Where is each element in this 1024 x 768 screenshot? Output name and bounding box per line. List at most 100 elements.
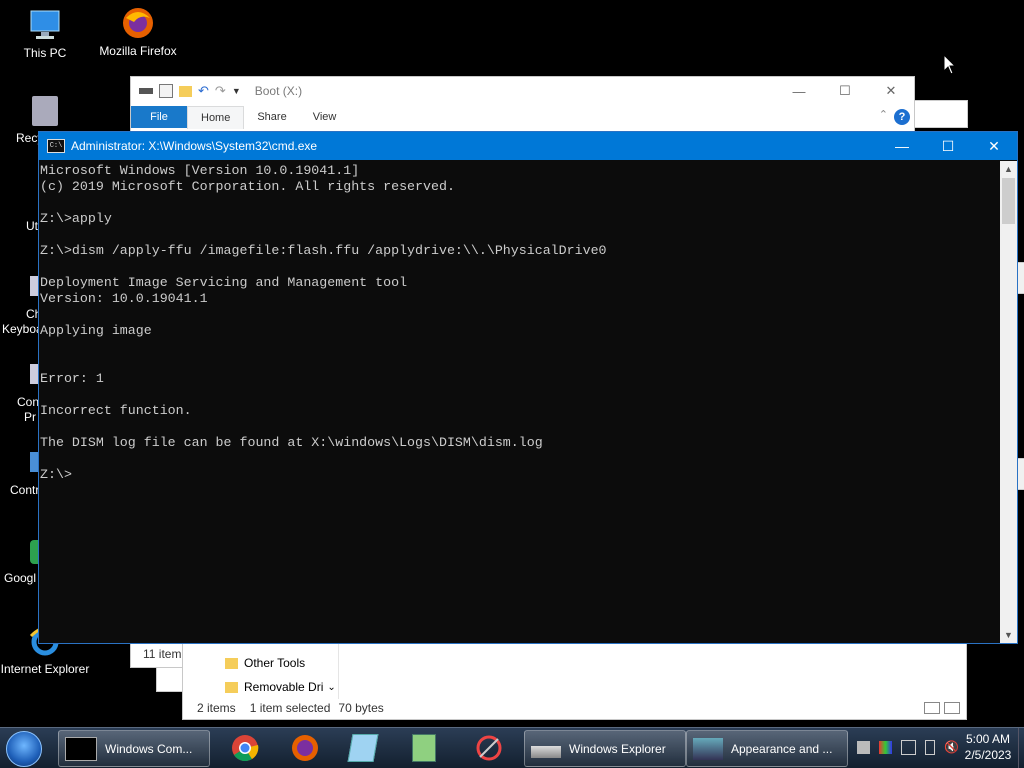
explorer-statusbar: 2 items 1 item selected 70 bytes [197,701,384,715]
clock[interactable]: 5:00 AM 2/5/2023 [958,731,1018,763]
chrome-icon [232,734,259,761]
scissors-icon [476,735,502,760]
help-icon[interactable]: ? [894,109,910,125]
new-folder-icon[interactable] [179,85,192,97]
taskbar-chrome[interactable] [230,730,266,765]
undo-icon[interactable]: ↶ [198,83,209,99]
show-desktop-button[interactable] [1018,728,1024,768]
taskbar-button-appearance[interactable]: Appearance and ... [686,730,848,767]
taskbar-editor[interactable] [412,730,448,765]
console-line: Applying image [40,323,152,338]
keyboard-icon[interactable] [30,276,38,296]
console-line: The DISM log file can be found at X:\win… [40,435,543,450]
taskbar-notepad[interactable] [347,730,386,765]
desktop-label-google: Googl [4,571,37,585]
tab-share[interactable]: Share [244,106,299,128]
quick-access-toolbar: ↶ ↷ ▼ [139,83,241,99]
large-icons-view-icon[interactable] [944,702,960,714]
network-icon[interactable] [857,740,870,754]
display-icon[interactable] [879,740,892,754]
desktop-icon-this-pc[interactable]: This PC [0,8,90,60]
desktop-label-keyboard: Keyboa [2,322,43,336]
console-scrollbar[interactable]: ▲ ▼ [1000,161,1017,643]
nav-item-removable-drive[interactable]: Removable Dri ⌄ [225,680,336,694]
desktop-icon-label: Mozilla Firefox [99,44,177,58]
redo-icon[interactable]: ↷ [215,83,226,99]
taskbar: Windows Com... Windows Explorer Appearan… [0,727,1024,768]
firefox-icon [120,6,156,40]
recycle-bin-icon[interactable] [32,96,58,126]
explorer-window-controls: — ☐ ✕ [776,77,914,105]
desktop-icon-label: This PC [23,46,67,60]
cmd-icon [65,736,97,761]
chrome-icon[interactable] [30,540,38,564]
desktop-label-contr: Contr [10,483,40,497]
chevron-down-icon[interactable]: ⌄ [327,682,335,693]
console-line: Incorrect function. [40,403,192,418]
minimize-button[interactable]: — [879,132,925,160]
console-line: Z:\> [40,467,72,482]
tab-file[interactable]: File [131,106,187,128]
usb-icon[interactable] [925,739,935,755]
maximize-button[interactable]: ☐ [925,132,971,160]
cmd-icon: C:\ [47,139,65,153]
nav-item-other-tools[interactable]: Other Tools [225,656,305,670]
console-line: Deployment Image Servicing and Managemen… [40,275,408,290]
firefox-icon [292,734,318,761]
scroll-down-icon[interactable]: ▼ [1000,627,1017,643]
drive-icon [139,88,153,94]
console-line: Error: 1 [40,371,104,386]
console-line: Microsoft Windows [Version 10.0.19041.1] [40,163,360,178]
nav-item-label: Removable Dri [244,680,324,694]
explorer-title: Boot (X:) [254,84,303,98]
computer-icon [27,8,63,42]
status-count: 2 items [197,701,236,715]
console-line: Z:\>apply [40,211,112,226]
tab-view[interactable]: View [300,106,350,128]
control-panel-icon [693,737,723,760]
scroll-thumb[interactable] [1002,178,1015,224]
action-center-icon[interactable] [901,739,916,755]
details-view-icon[interactable] [924,702,940,714]
properties-icon[interactable] [159,84,173,98]
cmd-titlebar[interactable]: C:\ Administrator: X:\Windows\System32\c… [39,132,1017,160]
taskbar-button-explorer[interactable]: Windows Explorer [524,730,686,767]
explorer-window-second: Other Tools Removable Dri ⌄ 2 items 1 it… [182,638,967,720]
scroll-up-icon[interactable]: ▲ [1000,161,1017,177]
mouse-cursor-icon [943,54,957,75]
cmd-window: C:\ Administrator: X:\Windows\System32\c… [38,131,1018,644]
desktop-label-pr: Pr [24,410,36,424]
close-button[interactable]: ✕ [971,132,1017,160]
folder-icon [225,657,238,669]
control-panel-icon[interactable] [30,452,38,472]
status-selected: 1 item selected [249,701,331,715]
console-output[interactable]: Microsoft Windows [Version 10.0.19041.1]… [39,161,1000,643]
console-icon[interactable] [30,364,38,384]
explorer-titlebar[interactable]: ↶ ↷ ▼ Boot (X:) — ☐ ✕ [131,77,914,105]
notepad-icon [347,733,379,762]
taskbar-button-cmd[interactable]: Windows Com... [58,730,210,767]
taskbar-snipping-tool[interactable] [474,730,510,765]
chevron-down-icon[interactable]: ▼ [232,86,241,96]
tab-home[interactable]: Home [187,105,245,129]
clock-date: 2/5/2023 [964,748,1012,762]
system-tray: 🔇 [857,738,959,756]
desktop-label-ut: Ut [26,219,38,233]
maximize-button[interactable]: ☐ [822,77,868,105]
desktop-icon-firefox[interactable]: Mozilla Firefox [93,6,183,58]
taskbar-firefox[interactable] [290,730,326,765]
cmd-title: Administrator: X:\Windows\System32\cmd.e… [71,139,318,153]
start-button[interactable] [6,731,42,767]
close-button[interactable]: ✕ [868,77,914,105]
ribbon-tabs: File Home Share View [131,105,914,129]
volume-muted-icon[interactable]: 🔇 [944,740,959,754]
minimize-button[interactable]: — [776,77,822,105]
taskbar-button-label: Windows Explorer [569,741,666,756]
nav-item-label: Other Tools [244,656,306,670]
ribbon-collapse-icon[interactable]: ⌃ [879,108,888,121]
